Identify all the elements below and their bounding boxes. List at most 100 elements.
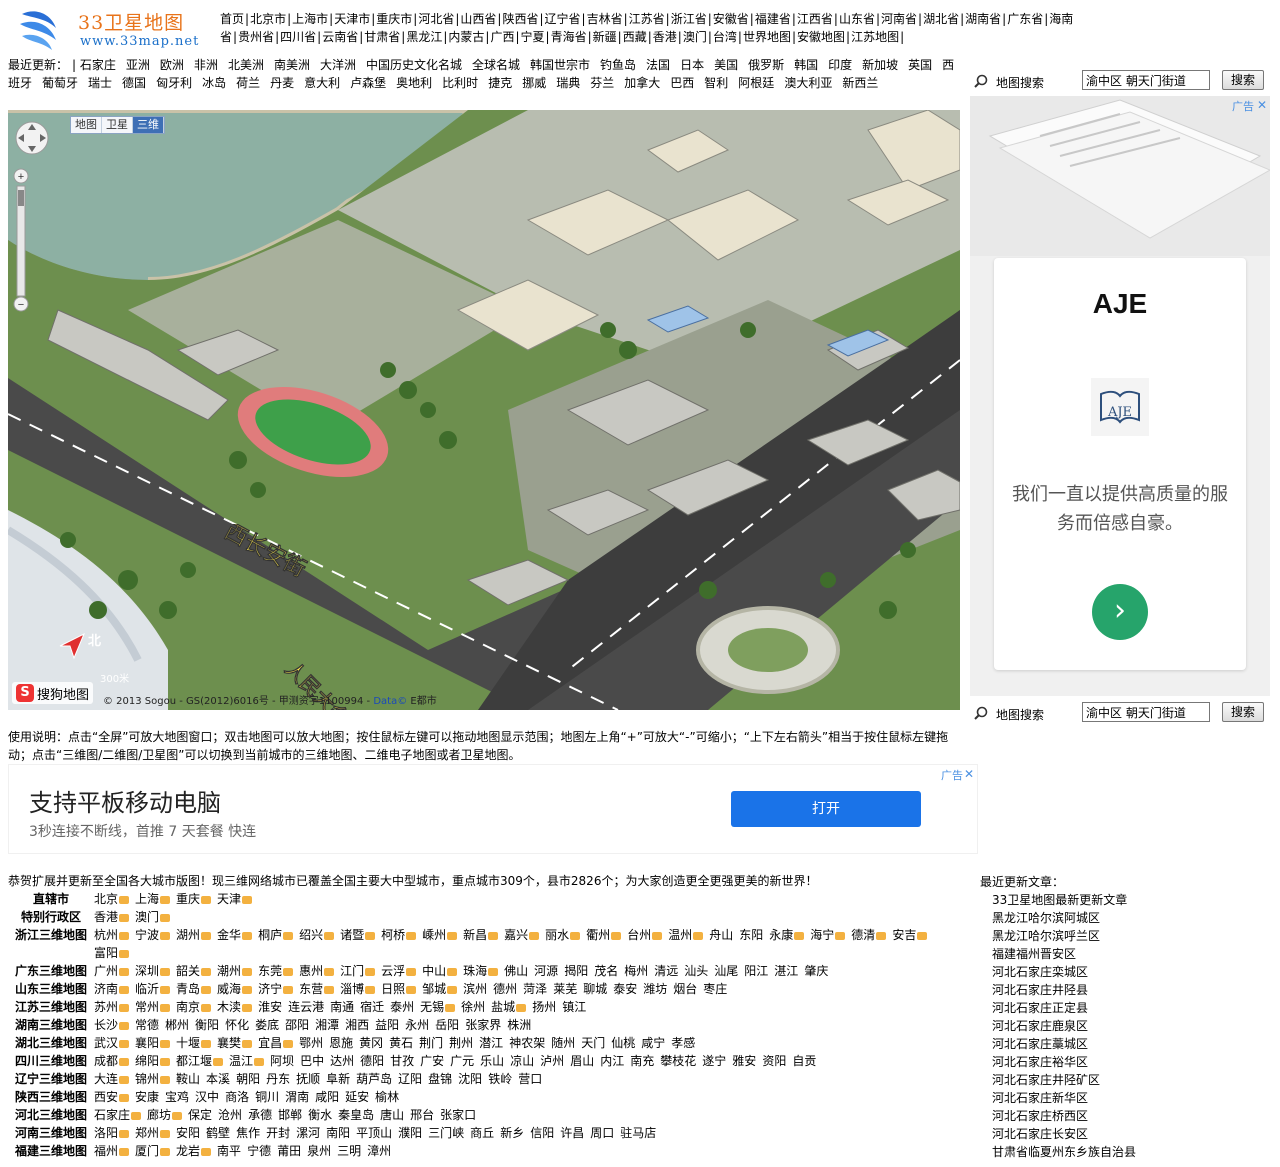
recent-link[interactable]: 中国历史文化名城 (366, 58, 462, 72)
ad-close-icon[interactable]: ✕ (963, 768, 975, 780)
nav-link[interactable]: 重庆市 (376, 12, 412, 26)
city-link[interactable]: 凉山 (510, 1054, 534, 1068)
city-link[interactable]: 徐州 (461, 1000, 485, 1014)
city-link[interactable]: 荆门 (419, 1036, 443, 1050)
city-link[interactable]: 都江堰 (176, 1054, 223, 1068)
nav-link[interactable]: 安徽地图 (797, 30, 845, 44)
recent-link[interactable]: 意大利 (304, 76, 340, 90)
article-link[interactable]: 河北石家庄长安区 (992, 1127, 1088, 1141)
city-link[interactable]: 甘孜 (390, 1054, 414, 1068)
city-link[interactable]: 襄樊 (217, 1036, 252, 1050)
city-link[interactable]: 丽水 (545, 928, 580, 942)
city-link[interactable]: 平顶山 (356, 1126, 392, 1140)
nav-link[interactable]: 山西省 (460, 12, 496, 26)
recent-link[interactable]: 北美洲 (228, 58, 264, 72)
city-link[interactable]: 泰州 (390, 1000, 414, 1014)
city-link[interactable]: 广元 (450, 1054, 474, 1068)
city-link[interactable]: 温州 (668, 928, 703, 942)
city-link[interactable]: 江门 (340, 964, 375, 978)
city-link[interactable]: 鄂州 (299, 1036, 323, 1050)
city-link[interactable]: 嵊州 (422, 928, 457, 942)
city-link[interactable]: 神农架 (509, 1036, 545, 1050)
nav-link[interactable]: 广西 (490, 30, 514, 44)
city-link[interactable]: 濮阳 (398, 1126, 422, 1140)
city-link[interactable]: 新昌 (463, 928, 498, 942)
nav-link[interactable]: 福建省 (755, 12, 791, 26)
city-link[interactable]: 南通 (330, 1000, 354, 1014)
city-link[interactable]: 衡水 (308, 1108, 332, 1122)
recent-link[interactable]: 匈牙利 (156, 76, 192, 90)
article-link[interactable]: 河北石家庄桥西区 (992, 1109, 1088, 1123)
city-link[interactable]: 广州 (94, 964, 129, 978)
nav-link[interactable]: 宁夏 (521, 30, 545, 44)
city-link[interactable]: 锦州 (135, 1072, 170, 1086)
article-link[interactable]: 黑龙江哈尔滨阿城区 (992, 911, 1100, 925)
article-link[interactable]: 福建福州晋安区 (992, 947, 1076, 961)
nav-link[interactable]: 湖南省 (965, 12, 1001, 26)
city-link[interactable]: 郑州 (135, 1126, 170, 1140)
city-link[interactable]: 石家庄 (94, 1108, 141, 1122)
nav-link[interactable]: 西藏 (623, 30, 647, 44)
city-link[interactable]: 济宁 (258, 982, 293, 996)
city-link[interactable]: 揭阳 (564, 964, 588, 978)
city-link[interactable]: 厦门 (135, 1144, 170, 1158)
city-link[interactable]: 宜昌 (258, 1036, 293, 1050)
city-link[interactable]: 巴中 (300, 1054, 324, 1068)
nav-link[interactable]: 浙江省 (671, 12, 707, 26)
article-link[interactable]: 黑龙江哈尔滨呼兰区 (992, 929, 1100, 943)
nav-link[interactable]: 陕西省 (502, 12, 538, 26)
city-link[interactable]: 云浮 (381, 964, 416, 978)
city-link[interactable]: 铜川 (255, 1090, 279, 1104)
nav-link[interactable]: 山东省 (839, 12, 875, 26)
city-link[interactable]: 肇庆 (804, 964, 828, 978)
search-input[interactable] (1082, 702, 1210, 722)
recent-link[interactable]: 欧洲 (160, 58, 184, 72)
city-link[interactable]: 秦皇岛 (338, 1108, 374, 1122)
city-link[interactable]: 东莞 (258, 964, 293, 978)
map-tab[interactable]: 卫星 (102, 117, 133, 133)
city-link[interactable]: 阜新 (326, 1072, 350, 1086)
nav-link[interactable]: 北京市 (250, 12, 286, 26)
city-link[interactable]: 汕头 (684, 964, 708, 978)
nav-link[interactable]: 上海市 (292, 12, 328, 26)
city-link[interactable]: 孝感 (671, 1036, 695, 1050)
city-link[interactable]: 安吉 (892, 928, 927, 942)
city-link[interactable]: 盐城 (491, 1000, 526, 1014)
recent-link[interactable]: 德国 (122, 76, 146, 90)
nav-link[interactable]: 台湾 (713, 30, 737, 44)
city-link[interactable]: 黄冈 (359, 1036, 383, 1050)
city-link[interactable]: 十堰 (176, 1036, 211, 1050)
city-link[interactable]: 镇江 (562, 1000, 586, 1014)
city-link[interactable]: 抚顺 (296, 1072, 320, 1086)
city-link[interactable]: 武汉 (94, 1036, 129, 1050)
ad-banner[interactable]: 广告 ✕ 支持平板移动电脑 3秒连接不断线，首推 7 天套餐 快连 打开 (8, 764, 978, 854)
nav-link[interactable]: 江西省 (797, 12, 833, 26)
article-link[interactable]: 河北石家庄藁城区 (992, 1037, 1088, 1051)
city-link[interactable]: 许昌 (560, 1126, 584, 1140)
city-link[interactable]: 宁德 (247, 1144, 271, 1158)
city-link[interactable]: 开封 (266, 1126, 290, 1140)
recent-link[interactable]: 比利时 (442, 76, 478, 90)
city-link[interactable]: 黄石 (389, 1036, 413, 1050)
city-link[interactable]: 东营 (299, 982, 334, 996)
city-link[interactable]: 商洛 (225, 1090, 249, 1104)
city-link[interactable]: 攀枝花 (660, 1054, 696, 1068)
city-link[interactable]: 恩施 (329, 1036, 353, 1050)
nav-link[interactable]: 世界地图 (743, 30, 791, 44)
recent-link[interactable]: 南美洲 (274, 58, 310, 72)
city-link[interactable]: 澳门 (135, 910, 170, 924)
city-link[interactable]: 唐山 (380, 1108, 404, 1122)
ad-go-button[interactable]: › (1092, 584, 1148, 640)
recent-link[interactable]: 阿根廷 (738, 76, 774, 90)
city-link[interactable]: 德阳 (360, 1054, 384, 1068)
city-link[interactable]: 廊坊 (147, 1108, 182, 1122)
city-link[interactable]: 南阳 (326, 1126, 350, 1140)
recent-link[interactable]: 韩国 (794, 58, 818, 72)
city-link[interactable]: 宿迁 (360, 1000, 384, 1014)
search-input[interactable] (1082, 70, 1210, 90)
search-button[interactable]: 搜索 (1222, 70, 1264, 90)
city-link[interactable]: 安康 (135, 1090, 159, 1104)
city-link[interactable]: 怀化 (225, 1018, 249, 1032)
ad-card[interactable]: AJE AJE 我们一直以提供高质量的服务而倍感自豪。 › (994, 258, 1246, 670)
map-tab[interactable]: 三维 (133, 117, 164, 133)
